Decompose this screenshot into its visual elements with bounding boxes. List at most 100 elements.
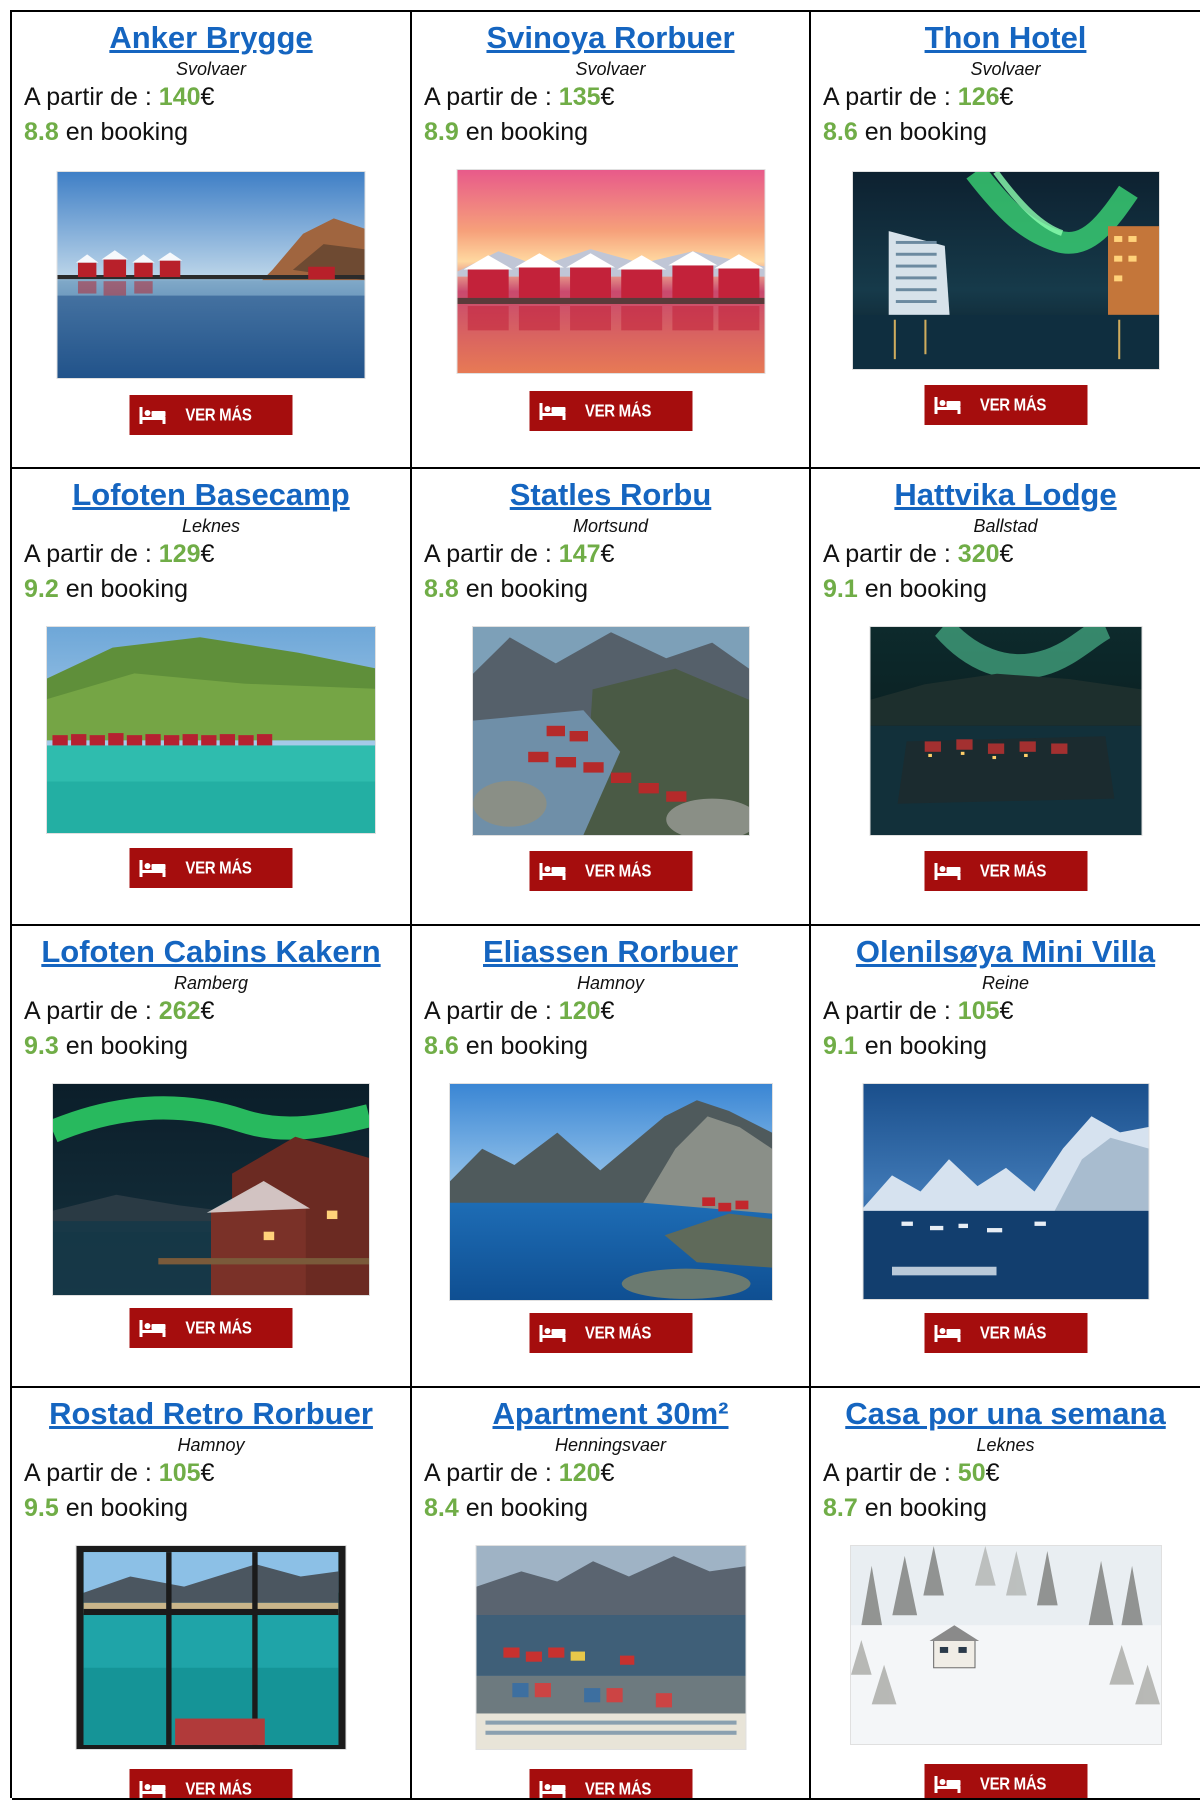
rating-line: 8.6 en booking xyxy=(811,115,1200,150)
rating-suffix: en booking xyxy=(458,118,589,146)
currency-symbol: € xyxy=(999,83,1014,111)
ver-mas-button[interactable]: VER MÁS xyxy=(924,385,1087,425)
listing-photo[interactable] xyxy=(57,172,365,378)
ver-mas-label: VER MÁS xyxy=(185,405,252,425)
price-line: A partir de : 320€ xyxy=(811,537,1200,572)
ver-mas-button[interactable]: VER MÁS xyxy=(129,1308,293,1348)
price-line: A partir de : 120€ xyxy=(412,1456,809,1491)
bed-icon xyxy=(538,400,566,422)
bed-icon xyxy=(933,394,961,416)
listing-photo[interactable] xyxy=(870,627,1141,835)
rating-value: 9.2 xyxy=(24,575,59,603)
rating-value: 9.1 xyxy=(823,1032,858,1060)
listing-photo[interactable] xyxy=(850,1546,1161,1744)
listing-photo[interactable] xyxy=(47,627,375,833)
listing-card: Svinoya Rorbuer Svolvaer A partir de : 135… xyxy=(412,12,811,469)
ver-mas-button[interactable]: VER MÁS xyxy=(529,1769,692,1798)
rating-value: 8.6 xyxy=(424,1032,459,1060)
rating-suffix: en booking xyxy=(857,1032,988,1060)
price-prefix: A partir de : xyxy=(24,83,159,111)
rating-suffix: en booking xyxy=(857,118,988,146)
listing-name-link[interactable]: Anker Brygge xyxy=(12,20,410,56)
listing-location: Leknes xyxy=(976,1435,1035,1455)
currency-symbol: € xyxy=(200,997,215,1025)
price-prefix: A partir de : xyxy=(823,1459,958,1487)
ver-mas-button[interactable]: VER MÁS xyxy=(924,851,1087,891)
price-line: A partir de : 135€ xyxy=(412,80,809,115)
listings-grid: Anker Brygge Svolvaer A partir de : 140€ 8.… xyxy=(10,10,1200,1800)
rating-value: 9.3 xyxy=(24,1032,59,1060)
rating-value: 9.5 xyxy=(24,1494,59,1522)
listing-name-link[interactable]: Eliassen Rorbuer xyxy=(412,934,809,970)
bed-icon xyxy=(139,1778,167,1798)
listing-name-link[interactable]: Olenilsøya Mini Villa xyxy=(811,934,1200,970)
listing-photo[interactable] xyxy=(476,1546,745,1749)
bed-icon xyxy=(933,1322,961,1344)
listing-name-link[interactable]: Rostad Retro Rorbuer xyxy=(12,1396,410,1432)
listing-name-link[interactable]: Thon Hotel xyxy=(811,20,1200,56)
listing-card: Rostad Retro Rorbuer Hamnoy A partir de : … xyxy=(12,1388,412,1800)
listing-location: Svolvaer xyxy=(175,59,247,79)
listing-card: Lofoten Cabins Kakern Ramberg A partir de … xyxy=(12,926,412,1388)
listing-photo[interactable] xyxy=(76,1546,346,1749)
currency-symbol: € xyxy=(200,83,215,111)
bed-icon xyxy=(538,860,566,882)
price-line: A partir de : 105€ xyxy=(12,1456,410,1491)
listing-photo[interactable] xyxy=(863,1084,1148,1299)
listing-card: Thon Hotel Svolvaer A partir de : 126€ 8.6 … xyxy=(811,12,1200,469)
rating-line: 9.5 en booking xyxy=(12,1491,410,1526)
listing-location: Hamnoy xyxy=(576,973,645,993)
price-value: 320 xyxy=(957,540,1000,568)
ver-mas-label: VER MÁS xyxy=(979,395,1047,415)
rating-suffix: en booking xyxy=(458,575,589,603)
ver-mas-button[interactable]: VER MÁS xyxy=(529,1313,692,1353)
ver-mas-label: VER MÁS xyxy=(584,1323,652,1343)
listing-name-link[interactable]: Casa por una semana xyxy=(811,1396,1200,1432)
price-line: A partir de : 105€ xyxy=(811,994,1200,1029)
price-prefix: A partir de : xyxy=(823,997,958,1025)
ver-mas-button[interactable]: VER MÁS xyxy=(129,848,293,888)
listing-name-link[interactable]: Apartment 30m² xyxy=(412,1396,809,1432)
price-value: 147 xyxy=(558,540,601,568)
listing-name-link[interactable]: Lofoten Cabins Kakern xyxy=(12,934,410,970)
ver-mas-label: VER MÁS xyxy=(185,1779,252,1799)
price-prefix: A partir de : xyxy=(424,997,559,1025)
listing-photo[interactable] xyxy=(457,170,764,373)
price-prefix: A partir de : xyxy=(424,83,559,111)
price-line: A partir de : 147€ xyxy=(412,537,809,572)
rating-value: 9.1 xyxy=(823,575,858,603)
listing-name-link[interactable]: Statles Rorbu xyxy=(412,477,809,513)
bed-icon xyxy=(139,404,167,426)
price-prefix: A partir de : xyxy=(424,1459,559,1487)
ver-mas-button[interactable]: VER MÁS xyxy=(529,391,692,431)
price-prefix: A partir de : xyxy=(823,540,958,568)
listing-name-link[interactable]: Svinoya Rorbuer xyxy=(412,20,809,56)
listing-name-link[interactable]: Lofoten Basecamp xyxy=(12,477,410,513)
ver-mas-button[interactable]: VER MÁS xyxy=(129,1769,293,1799)
ver-mas-label: VER MÁS xyxy=(584,401,652,421)
listing-location: Ramberg xyxy=(173,973,249,993)
ver-mas-button[interactable]: VER MÁS xyxy=(924,1764,1087,1798)
bed-icon xyxy=(139,1317,167,1339)
ver-mas-button[interactable]: VER MÁS xyxy=(924,1313,1087,1353)
listing-location: Reine xyxy=(981,973,1030,993)
rating-suffix: en booking xyxy=(857,575,988,603)
rating-line: 8.8 en booking xyxy=(12,115,410,150)
currency-symbol: € xyxy=(600,1459,615,1487)
listing-name-link[interactable]: Hattvika Lodge xyxy=(811,477,1200,513)
listing-card: Apartment 30m² Henningsvaer A partir de : … xyxy=(412,1388,811,1800)
ver-mas-button[interactable]: VER MÁS xyxy=(129,395,293,435)
bed-icon xyxy=(933,1773,961,1795)
listing-photo[interactable] xyxy=(449,1084,772,1300)
listing-location: Mortsund xyxy=(572,516,649,536)
ver-mas-button[interactable]: VER MÁS xyxy=(529,851,692,891)
listing-card: Hattvika Lodge Ballstad A partir de : 320€… xyxy=(811,469,1200,926)
listing-location: Ballstad xyxy=(973,516,1038,536)
listing-photo[interactable] xyxy=(472,627,749,835)
listing-card: Olenilsøya Mini Villa Reine A partir de : … xyxy=(811,926,1200,1388)
ver-mas-label: VER MÁS xyxy=(979,1323,1047,1343)
currency-symbol: € xyxy=(999,997,1014,1025)
listing-photo[interactable] xyxy=(53,1084,369,1295)
listing-photo[interactable] xyxy=(852,172,1159,369)
bed-icon xyxy=(538,1778,566,1798)
